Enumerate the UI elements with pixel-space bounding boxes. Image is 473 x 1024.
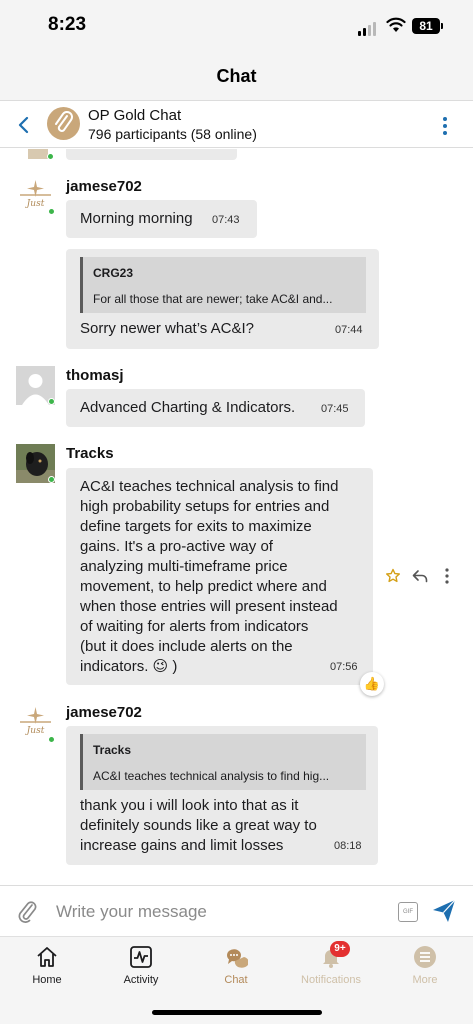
more-vertical-icon[interactable] [438, 115, 452, 137]
tab-chat[interactable]: Chat [189, 937, 283, 997]
tab-more[interactable]: More [378, 937, 472, 997]
message-more-icon[interactable] [443, 567, 451, 585]
message-bubble[interactable]: Advanced Charting & Indicators. 07:45 [66, 389, 365, 427]
message-line: increase gains and limit losses [80, 837, 284, 854]
gif-button[interactable]: GIF [398, 902, 418, 922]
thumbs-up-emoji: 👍 [363, 676, 381, 691]
wifi-icon [386, 17, 406, 32]
back-icon[interactable] [14, 115, 34, 135]
quote-author: Tracks [93, 743, 132, 757]
page-title: Chat [216, 66, 257, 86]
svg-text:Just: Just [25, 726, 45, 736]
message-text: Morning morning [80, 210, 193, 227]
quote-text: AC&I teaches technical analysis to find … [93, 769, 330, 783]
message-bubble[interactable]: AC&I teaches technical analysis to find … [66, 468, 373, 685]
send-icon[interactable] [431, 898, 457, 924]
message-input[interactable]: Write your message [56, 902, 207, 922]
online-indicator [48, 208, 55, 215]
activity-icon [130, 946, 152, 968]
home-icon [37, 947, 57, 967]
tab-label: Chat [224, 974, 248, 986]
paperclip-logo-icon [55, 111, 73, 132]
quote-text: For all those that are newer; take AC&I … [93, 292, 333, 306]
status-time: 8:23 [48, 14, 87, 35]
top-bar: Chat [0, 52, 473, 100]
status-bar: 8:23 81 [0, 0, 473, 52]
online-indicator [47, 153, 54, 160]
message-time: 07:43 [212, 214, 240, 226]
message-username[interactable]: jamese702 [66, 704, 142, 721]
message-bubble[interactable]: Morning morning 07:43 [66, 200, 257, 238]
participants-count: 796 participants (58 online) [88, 126, 257, 142]
tab-home[interactable]: Home [0, 937, 94, 997]
message-bubble[interactable]: Tracks AC&I teaches technical analysis t… [66, 726, 378, 865]
message-line: indicators. 😉 ) [80, 658, 178, 675]
more-menu-icon [414, 946, 436, 968]
message-username[interactable]: jamese702 [66, 178, 142, 195]
cellular-signal-icon [358, 22, 376, 36]
tab-label: More [412, 974, 438, 986]
avatar[interactable] [28, 149, 48, 159]
message-composer[interactable]: Write your message GIF [0, 885, 473, 936]
message-line: movement, to help predict where and [80, 578, 327, 595]
online-indicator [48, 736, 55, 743]
svg-text:Just: Just [25, 199, 45, 209]
group-avatar[interactable] [47, 107, 80, 140]
message-line: analyzing multi-timeframe price [80, 558, 288, 575]
chat-name: OP Gold Chat [88, 107, 182, 124]
paperclip-icon[interactable] [16, 899, 38, 923]
online-indicator [48, 398, 55, 405]
message-line: (but it does include alerts on the [80, 638, 293, 655]
reply-icon[interactable] [412, 569, 428, 583]
message-line: AC&I teaches technical analysis to find [80, 478, 339, 495]
message-line: high probability setups for entries and [80, 498, 330, 515]
chat-icon [226, 949, 248, 968]
message-username[interactable]: Tracks [66, 445, 114, 462]
quote-author: CRG23 [93, 266, 134, 280]
message-time: 08:18 [334, 840, 362, 852]
message-line: of waiting for alerts from indicators [80, 618, 309, 635]
tab-activity[interactable]: Activity [94, 937, 188, 997]
battery-icon: 81 [412, 18, 443, 34]
message-line: gains. It's a pro-active way of [80, 538, 273, 555]
quoted-message[interactable]: Tracks AC&I teaches technical analysis t… [80, 734, 366, 790]
message-text: Sorry newer what’s AC&I? [80, 320, 254, 337]
message-line: define targets for exits to maximize [80, 518, 312, 535]
tab-label: Home [32, 974, 62, 986]
message-list[interactable]: Just jamese702 Morning morning 07:43 CRG… [0, 149, 473, 885]
message-line: when those entries will present instead [80, 598, 338, 615]
star-icon[interactable] [385, 568, 401, 584]
message-line: thank you i will look into that as it [80, 797, 299, 814]
notification-badge: 9+ [330, 941, 350, 957]
message-username[interactable]: thomasj [66, 367, 124, 384]
home-indicator [152, 1010, 322, 1015]
message-bubble[interactable] [66, 149, 237, 160]
message-text: thank you i will look into that as it de… [80, 796, 317, 856]
quoted-message[interactable]: CRG23 For all those that are newer; take… [80, 257, 366, 313]
message-bubble[interactable]: CRG23 For all those that are newer; take… [66, 249, 379, 349]
message-time: 07:56 [330, 661, 358, 673]
message-text: Advanced Charting & Indicators. [80, 399, 296, 416]
chat-header[interactable]: OP Gold Chat 796 participants (58 online… [0, 100, 473, 148]
reaction-badge[interactable]: 👍 [360, 672, 384, 696]
message-text: AC&I teaches technical analysis to find … [80, 477, 338, 677]
message-time: 07:45 [321, 403, 349, 415]
tab-label: Activity [123, 974, 159, 986]
message-time: 07:44 [335, 324, 363, 336]
message-line: definitely sounds like a great way to [80, 817, 317, 834]
tab-label: Notifications [301, 974, 361, 986]
online-indicator [48, 476, 55, 483]
